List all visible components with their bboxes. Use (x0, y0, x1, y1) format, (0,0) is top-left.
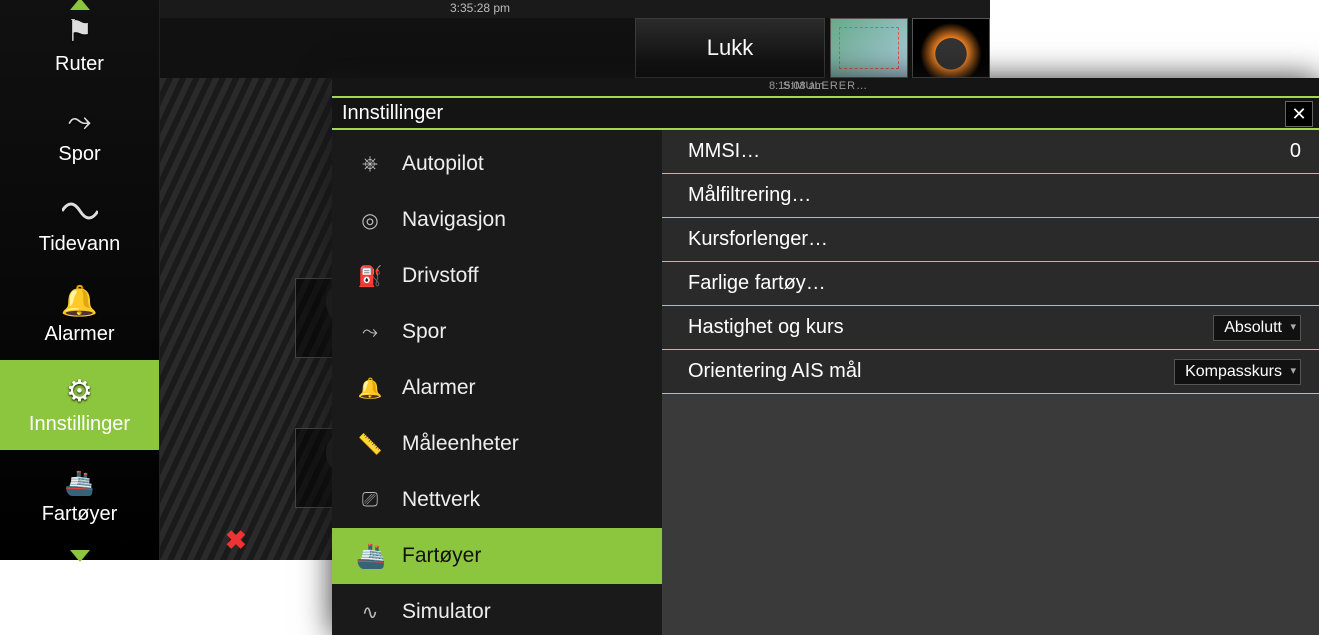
cat-label: Simulator (402, 600, 491, 624)
cat-alarmer[interactable]: Alarmer (332, 360, 662, 416)
cat-label: Måleenheter (402, 432, 519, 456)
row-kursforlenger[interactable]: Kursforlenger… (662, 218, 1319, 262)
cat-simulator[interactable]: Simulator (332, 584, 662, 635)
row-farlige-fartoy[interactable]: Farlige fartøy… (662, 262, 1319, 306)
bell-icon (356, 376, 384, 401)
speed-dropdown[interactable]: Absolutt (1213, 315, 1301, 341)
cat-label: Alarmer (402, 376, 476, 400)
ruler-icon (356, 432, 384, 457)
scroll-up-icon[interactable] (70, 0, 90, 10)
row-label: Orientering AIS mål (688, 360, 861, 383)
close-icon: ✕ (1291, 104, 1306, 125)
sidebar-item-fartoyer[interactable]: Fartøyer (0, 450, 159, 540)
sidebar-item-label: Spor (58, 143, 100, 166)
sidebar-item-label: Alarmer (44, 323, 114, 346)
sidebar-item-label: Innstillinger (29, 413, 130, 436)
wheel-icon (356, 153, 384, 176)
cat-label: Spor (402, 320, 446, 344)
dropdown-value: Kompasskurs (1185, 363, 1282, 380)
sidebar-item-label: Ruter (55, 53, 104, 76)
close-button[interactable]: ✕ (1285, 101, 1313, 127)
cat-spor[interactable]: Spor (332, 304, 662, 360)
track-icon (356, 321, 384, 344)
simulator-icon (356, 600, 384, 625)
orientation-dropdown[interactable]: Kompasskurs (1174, 359, 1301, 385)
sidebar-item-ruter[interactable]: Ruter (0, 0, 159, 90)
cat-nettverk[interactable]: Nettverk (332, 472, 662, 528)
cat-label: Autopilot (402, 152, 484, 176)
settings-titlebar: Innstillinger ✕ (332, 96, 1319, 130)
cat-label: Fartøyer (402, 544, 481, 568)
row-mmsi[interactable]: MMSI… 0 (662, 130, 1319, 174)
gauge-thumb-icon[interactable] (912, 18, 990, 78)
gear-icon (66, 374, 93, 409)
error-x-icon: ✖ (225, 525, 247, 556)
row-label: Målfiltrering… (688, 184, 811, 207)
cat-maleenheter[interactable]: Måleenheter (332, 416, 662, 472)
sidebar-item-label: Fartøyer (42, 503, 118, 526)
ship-icon (65, 465, 95, 499)
row-label: Farlige fartøy… (688, 272, 826, 295)
cat-navigasjon[interactable]: Navigasjon (332, 192, 662, 248)
sidebar-item-innstillinger[interactable]: Innstillinger (0, 360, 159, 450)
cat-label: Drivstoff (402, 264, 479, 288)
settings-window: SIMULERER… 8:15:08 am Innstillinger ✕ Au… (332, 78, 1319, 635)
row-value: 0 (1290, 140, 1301, 163)
sidebar-item-alarmer[interactable]: Alarmer (0, 270, 159, 360)
back-thumbnails (830, 18, 990, 78)
back-clock: 3:35:28 pm (450, 1, 510, 15)
track-icon (68, 105, 92, 139)
row-label: MMSI… (688, 140, 760, 163)
row-label: Hastighet og kurs (688, 316, 844, 339)
ship-icon (356, 542, 384, 571)
sidebar-item-label: Tidevann (39, 233, 121, 256)
cat-label: Navigasjon (402, 208, 506, 232)
chart-thumb-icon[interactable] (830, 18, 908, 78)
settings-title: Innstillinger (342, 102, 443, 125)
cat-label: Nettverk (402, 488, 480, 512)
network-icon (356, 489, 384, 512)
sidebar-item-spor[interactable]: Spor (0, 90, 159, 180)
sidebar: Ruter Spor Tidevann Alarmer Innstillinge… (0, 0, 160, 560)
row-malfiltrering[interactable]: Målfiltrering… (662, 174, 1319, 218)
compass-icon (356, 208, 384, 233)
settings-clock: 8:15:08 am (769, 80, 824, 92)
scroll-down-icon[interactable] (70, 550, 90, 562)
bell-icon (61, 284, 98, 319)
dropdown-value: Absolutt (1224, 319, 1282, 336)
sidebar-item-tidevann[interactable]: Tidevann (0, 180, 159, 270)
row-orientering-ais[interactable]: Orientering AIS mål Kompasskurs (662, 350, 1319, 394)
settings-category-list: Autopilot Navigasjon Drivstoff Spor Alar… (332, 130, 662, 635)
settings-detail-panel: MMSI… 0 Målfiltrering… Kursforlenger… Fa… (662, 130, 1319, 635)
flag-icon (66, 14, 93, 49)
cat-fartoyer[interactable]: Fartøyer (332, 528, 662, 584)
detail-empty-area (662, 394, 1319, 635)
tide-icon (62, 195, 98, 229)
row-hastighet-og-kurs[interactable]: Hastighet og kurs Absolutt (662, 306, 1319, 350)
settings-statusbar: SIMULERER… 8:15:08 am (332, 78, 1319, 96)
fuel-icon (356, 264, 384, 289)
close-panel-button[interactable]: Lukk (635, 18, 825, 78)
cat-autopilot[interactable]: Autopilot (332, 136, 662, 192)
row-label: Kursforlenger… (688, 228, 828, 251)
close-panel-label: Lukk (707, 35, 753, 61)
cat-drivstoff[interactable]: Drivstoff (332, 248, 662, 304)
